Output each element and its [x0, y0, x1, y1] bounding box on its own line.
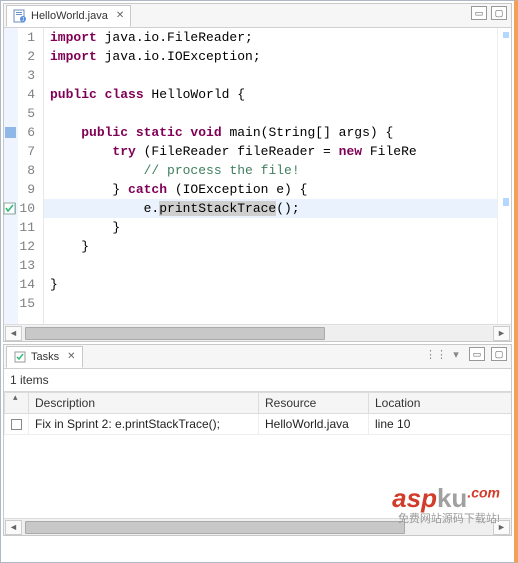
maximize-button[interactable]: ▢ [491, 6, 507, 20]
line-number: 12 [4, 237, 35, 256]
close-icon[interactable]: ✕ [116, 10, 124, 21]
minimize-button[interactable]: ▭ [469, 347, 485, 361]
scroll-thumb[interactable] [25, 327, 325, 340]
line-number: 5 [4, 104, 35, 123]
tasks-count-label: 1 items [4, 369, 511, 391]
tasks-table[interactable]: ▴ Description Resource Location Fix in S… [4, 391, 511, 518]
overview-marker [503, 198, 509, 206]
line-number: 7 [4, 142, 35, 161]
code-line[interactable]: e.printStackTrace(); [44, 199, 497, 218]
editor-pane: J HelloWorld.java ✕ ▭ ▢ 1234567891011121… [3, 3, 512, 342]
line-number: 8 [4, 161, 35, 180]
scroll-right-button[interactable]: ► [493, 326, 510, 341]
scroll-track[interactable] [23, 326, 492, 341]
line-number: 11 [4, 218, 35, 237]
table-row[interactable]: Fix in Sprint 2: e.printStackTrace();Hel… [5, 414, 512, 435]
close-icon[interactable]: ✕ [67, 351, 75, 362]
code-line[interactable]: } [44, 275, 497, 294]
code-line[interactable]: } [44, 218, 497, 237]
tasks-pane: Tasks ✕ ⋮⋮ ▾ ▭ ▢ 1 items ▴ Description R… [3, 344, 512, 536]
line-number-gutter: 123456789101112131415 [4, 28, 44, 324]
code-line[interactable] [44, 66, 497, 85]
code-area[interactable]: import java.io.FileReader;import java.io… [44, 28, 497, 324]
task-checkbox[interactable] [11, 419, 22, 430]
line-number: 6 [4, 123, 35, 142]
sort-indicator-icon: ▴ [13, 392, 18, 403]
column-header-resource[interactable]: Resource [259, 393, 369, 414]
line-number: 1 [4, 28, 35, 47]
editor-tab-helloworld[interactable]: J HelloWorld.java ✕ [6, 5, 131, 27]
scroll-left-button[interactable]: ◄ [5, 326, 22, 341]
code-line[interactable]: // process the file! [44, 161, 497, 180]
line-number: 10 [4, 199, 35, 218]
column-header-location[interactable]: Location [369, 393, 512, 414]
tasks-tab[interactable]: Tasks ✕ [6, 346, 83, 368]
code-line[interactable] [44, 256, 497, 275]
column-header-description[interactable]: Description [29, 393, 259, 414]
tasks-toolbar: ⋮⋮ ▾ ▭ ▢ [429, 347, 507, 361]
scroll-right-button[interactable]: ► [493, 520, 510, 535]
java-file-icon: J [13, 9, 27, 23]
line-number: 9 [4, 180, 35, 199]
line-number: 3 [4, 66, 35, 85]
task-location: line 10 [369, 414, 512, 435]
tasks-tabbar: Tasks ✕ ⋮⋮ ▾ ▭ ▢ [4, 345, 511, 369]
code-line[interactable] [44, 294, 497, 313]
code-line[interactable]: public static void main(String[] args) { [44, 123, 497, 142]
line-number: 14 [4, 275, 35, 294]
column-header-checkbox[interactable]: ▴ [5, 393, 29, 414]
minimize-button[interactable]: ▭ [471, 6, 487, 20]
scroll-track[interactable] [23, 520, 492, 535]
editor-horizontal-scrollbar[interactable]: ◄ ► [4, 324, 511, 341]
view-menu-icon[interactable]: ▾ [449, 347, 463, 361]
scroll-thumb[interactable] [25, 521, 405, 534]
overview-marker [503, 32, 509, 38]
line-number: 2 [4, 47, 35, 66]
code-line[interactable]: import java.io.FileReader; [44, 28, 497, 47]
line-number: 4 [4, 85, 35, 104]
code-line[interactable]: } [44, 237, 497, 256]
table-header-row: ▴ Description Resource Location [5, 393, 512, 414]
task-description: Fix in Sprint 2: e.printStackTrace(); [29, 414, 259, 435]
maximize-button[interactable]: ▢ [491, 347, 507, 361]
tasks-tab-label: Tasks [31, 351, 59, 363]
code-editor[interactable]: 123456789101112131415 import java.io.Fil… [4, 28, 511, 324]
line-number: 13 [4, 256, 35, 275]
scroll-left-button[interactable]: ◄ [5, 520, 22, 535]
code-line[interactable]: import java.io.IOException; [44, 47, 497, 66]
tasks-body: 1 items ▴ Description Resource Location … [4, 369, 511, 518]
task-resource: HelloWorld.java [259, 414, 369, 435]
code-line[interactable]: try (FileReader fileReader = new FileRe [44, 142, 497, 161]
line-number: 15 [4, 294, 35, 313]
overview-ruler[interactable] [497, 28, 511, 324]
tasks-horizontal-scrollbar[interactable]: ◄ ► [4, 518, 511, 535]
filter-icon[interactable]: ⋮⋮ [429, 347, 443, 361]
code-line[interactable] [44, 104, 497, 123]
tasks-icon [13, 350, 27, 364]
editor-tab-label: HelloWorld.java [31, 10, 108, 22]
code-line[interactable]: public class HelloWorld { [44, 85, 497, 104]
code-line[interactable]: } catch (IOException e) { [44, 180, 497, 199]
editor-pane-controls: ▭ ▢ [471, 6, 507, 20]
editor-tabbar: J HelloWorld.java ✕ ▭ ▢ [4, 4, 511, 28]
